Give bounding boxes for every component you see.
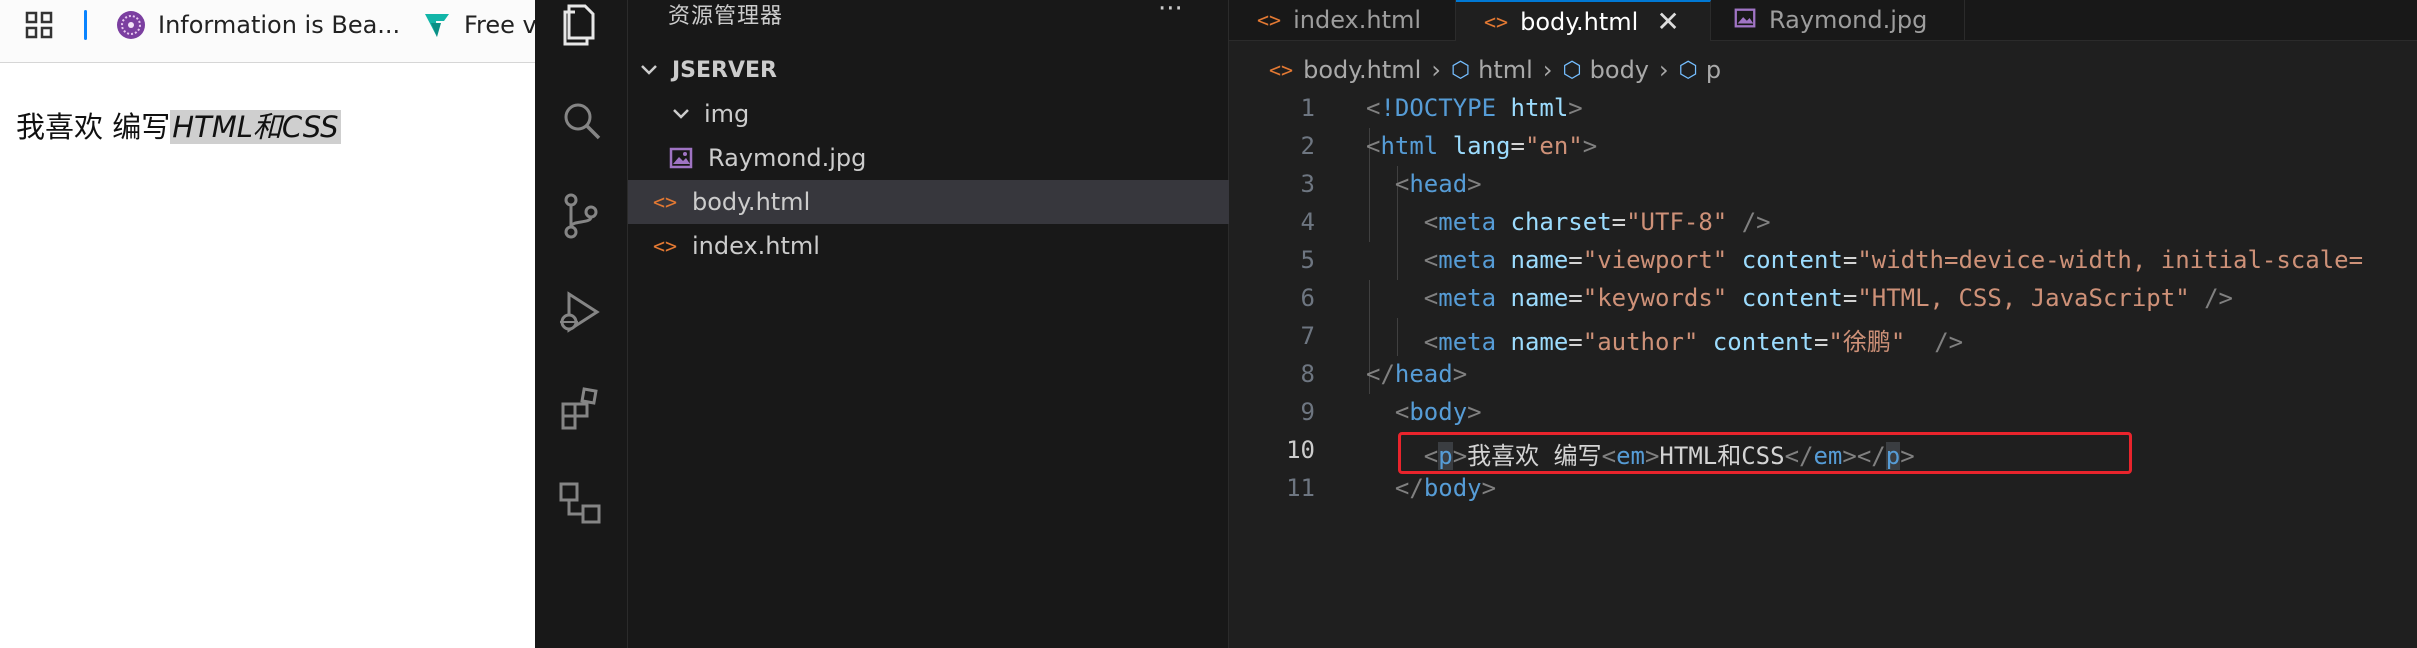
tree-item-body-html[interactable]: <> body.html bbox=[628, 180, 1252, 224]
breadcrumb: <> body.html › ⬡ html › ⬡ body › ⬡ p bbox=[1269, 50, 1721, 90]
line-number: 4 bbox=[1300, 208, 1315, 236]
tree-item-img-folder[interactable]: img bbox=[628, 92, 1270, 136]
breadcrumb-item[interactable]: html bbox=[1478, 56, 1533, 84]
more-actions-icon[interactable]: ··· bbox=[1158, 0, 1183, 24]
line-number: 3 bbox=[1300, 170, 1315, 198]
line-number: 7 bbox=[1300, 322, 1315, 350]
tree-item-label: img bbox=[704, 100, 750, 128]
chevron-down-icon bbox=[673, 109, 689, 119]
breadcrumb-item[interactable]: body.html bbox=[1303, 56, 1421, 84]
element-symbol-icon: ⬡ bbox=[1678, 57, 1698, 83]
bookmark-label: Free v bbox=[464, 11, 537, 39]
element-symbol-icon: ⬡ bbox=[1450, 57, 1471, 83]
breadcrumb-separator-icon: › bbox=[1431, 56, 1441, 84]
line-number: 11 bbox=[1286, 474, 1315, 502]
breadcrumb-item[interactable]: p bbox=[1706, 56, 1721, 84]
vectorizer-icon bbox=[425, 14, 449, 37]
tree-item-label: body.html bbox=[692, 188, 811, 216]
line-number: 2 bbox=[1300, 132, 1315, 160]
code-line: 3 <head> bbox=[1229, 166, 2417, 204]
html-file-icon: <> bbox=[1484, 9, 1509, 34]
code-line: 1 <!DOCTYPE html> bbox=[1229, 90, 2417, 128]
breadcrumb-separator-icon: › bbox=[1659, 56, 1669, 84]
search-icon[interactable] bbox=[555, 94, 607, 146]
tab-index-html[interactable]: <> index.html bbox=[1229, 0, 1456, 40]
tree-item-raymond-jpg[interactable]: Raymond.jpg bbox=[628, 136, 1268, 180]
code-line: 5 <meta name="viewport" content="width=d… bbox=[1229, 242, 2417, 280]
tab-body-html[interactable]: <> body.html ✕ bbox=[1456, 0, 1711, 41]
code-line: 6 <meta name="keywords" content="HTML, C… bbox=[1229, 280, 2417, 318]
tree-item-index-html[interactable]: <> index.html bbox=[628, 224, 1252, 268]
explorer-icon[interactable] bbox=[555, 0, 607, 50]
tree-root-label: JSERVER bbox=[672, 57, 777, 83]
tree-root-jserver[interactable]: JSERVER bbox=[628, 48, 1238, 92]
bookmarks-separator bbox=[84, 10, 87, 40]
tab-label: Raymond.jpg bbox=[1769, 6, 1928, 34]
code-line: 11 </body> bbox=[1229, 470, 2417, 508]
breadcrumb-separator-icon: › bbox=[1542, 56, 1553, 84]
line-number: 8 bbox=[1300, 360, 1315, 388]
bookmarks-bar: Information is Bea... Free v bbox=[0, 0, 535, 63]
tab-label: body.html bbox=[1520, 7, 1639, 36]
breadcrumb-item[interactable]: body bbox=[1590, 56, 1649, 84]
line-number: 10 bbox=[1286, 436, 1315, 464]
image-file-icon bbox=[668, 145, 694, 171]
editor-tabs: <> index.html <> body.html ✕ Raymond.jpg bbox=[1229, 0, 2417, 41]
activity-bar bbox=[535, 0, 628, 648]
tree-item-label: index.html bbox=[692, 232, 820, 260]
remote-explorer-icon[interactable] bbox=[555, 478, 607, 530]
line-number: 1 bbox=[1300, 94, 1315, 122]
explorer-sidebar: 资源管理器 ··· JSERVER img Raymond.jpg <> bod… bbox=[628, 0, 1252, 648]
element-symbol-icon: ⬡ bbox=[1562, 57, 1582, 83]
code-line: 4 <meta charset="UTF-8" /> bbox=[1229, 204, 2417, 242]
code-line: 2 <html lang="en"> bbox=[1229, 128, 2417, 166]
source-control-icon[interactable] bbox=[555, 190, 607, 242]
line-number: 9 bbox=[1300, 398, 1315, 426]
emphasized-text: HTML和CSS bbox=[170, 110, 341, 144]
close-icon[interactable]: ✕ bbox=[1656, 5, 1679, 38]
browser-window: Information is Bea... Free v 我喜欢 编写HTML和… bbox=[0, 0, 537, 648]
code-line: 9 <body> bbox=[1229, 394, 2417, 432]
image-file-icon bbox=[1733, 6, 1757, 35]
explorer-title: 资源管理器 bbox=[668, 4, 784, 29]
bookmark-information-is-beautiful[interactable]: Information is Bea... bbox=[116, 6, 400, 44]
highlight-annotation-box bbox=[1398, 432, 2132, 474]
tree-item-label: Raymond.jpg bbox=[708, 144, 867, 172]
info-beautiful-icon bbox=[117, 11, 145, 39]
tab-label: index.html bbox=[1293, 6, 1422, 34]
paragraph-text: 我喜欢 编写 bbox=[16, 110, 171, 144]
html-file-icon: <> bbox=[652, 234, 678, 258]
vscode-window: 资源管理器 ··· JSERVER img Raymond.jpg <> bod… bbox=[535, 0, 2417, 648]
line-number: 5 bbox=[1300, 246, 1315, 274]
code-line: 7 <meta name="author" content="徐鹏" /> bbox=[1229, 318, 2417, 356]
editor-area: <> index.html <> body.html ✕ Raymond.jpg… bbox=[1229, 0, 2417, 648]
run-debug-icon[interactable] bbox=[555, 286, 607, 338]
bookmark-label: Information is Bea... bbox=[158, 11, 401, 39]
tab-raymond-jpg[interactable]: Raymond.jpg bbox=[1711, 0, 1965, 40]
html-file-icon: <> bbox=[1269, 58, 1294, 82]
line-number: 6 bbox=[1300, 284, 1315, 312]
extensions-icon[interactable] bbox=[555, 382, 607, 434]
chevron-down-icon bbox=[641, 65, 657, 75]
html-file-icon: <> bbox=[652, 190, 678, 214]
rendered-paragraph: 我喜欢 编写HTML和CSS bbox=[16, 104, 341, 146]
code-line: 8 </head> bbox=[1229, 356, 2417, 394]
bookmark-free-v[interactable]: Free v bbox=[422, 6, 537, 44]
apps-grid-icon[interactable] bbox=[24, 10, 54, 40]
html-file-icon: <> bbox=[1257, 8, 1282, 32]
